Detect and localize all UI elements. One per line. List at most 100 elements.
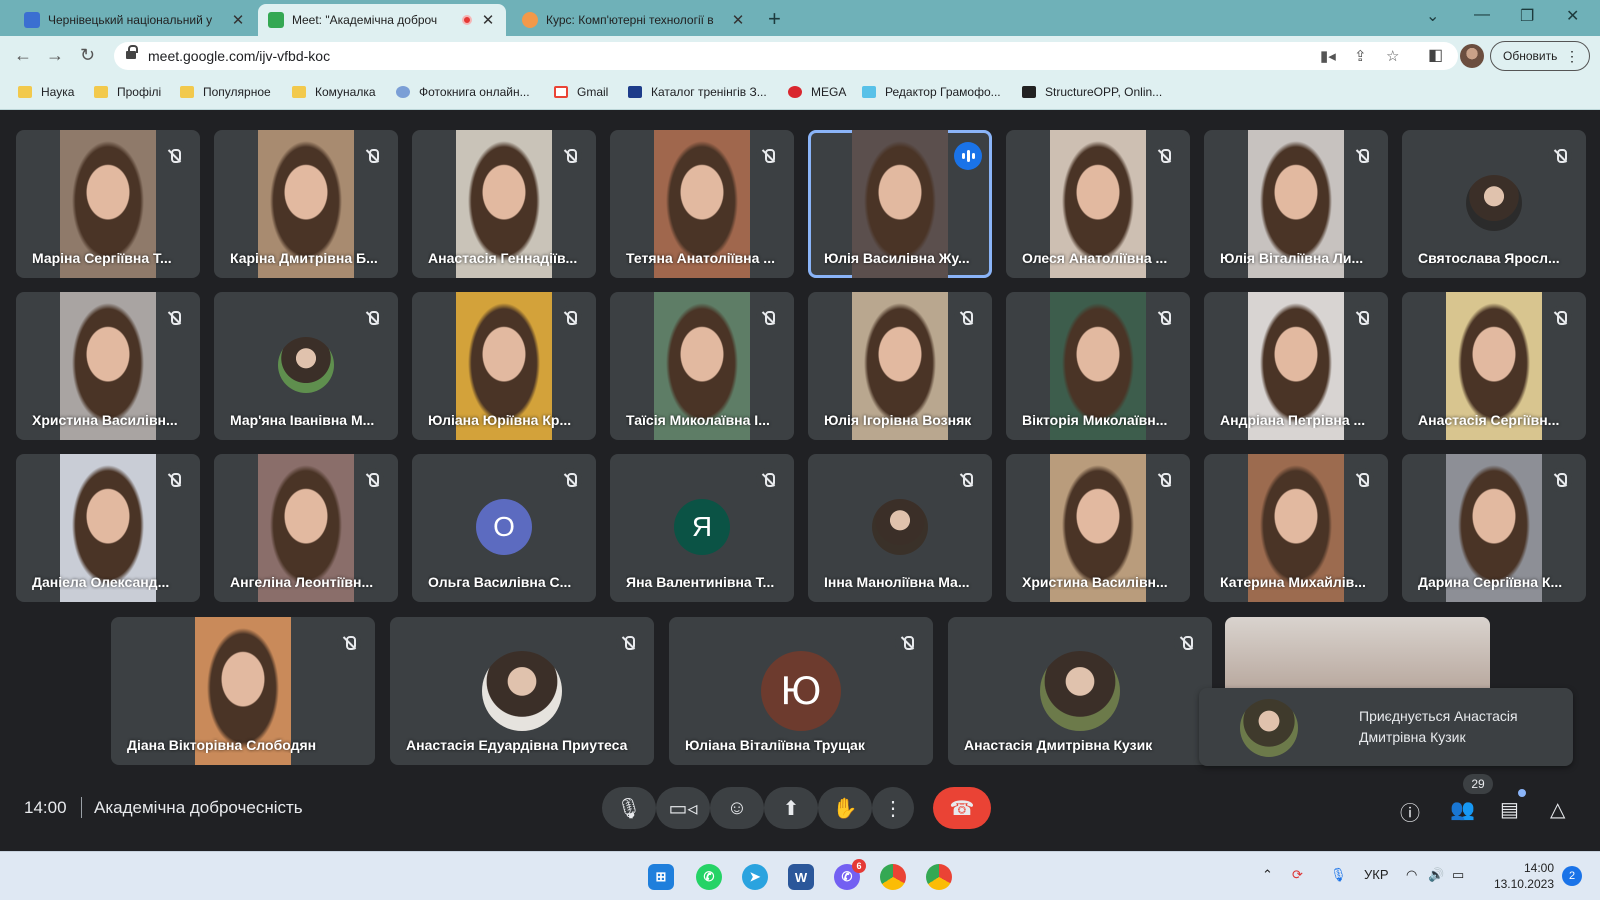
- sync-icon[interactable]: ⟳: [1292, 867, 1303, 883]
- mic-off-icon: [616, 631, 640, 655]
- bookmark-item[interactable]: Популярное: [180, 85, 271, 99]
- viber-icon[interactable]: ✆ 6: [834, 859, 866, 890]
- leave-call-button[interactable]: ☎: [933, 787, 991, 829]
- present-button[interactable]: ⬆: [764, 787, 818, 829]
- chrome-profile-icon[interactable]: [926, 864, 952, 890]
- chevron-up-icon[interactable]: ⌃: [1262, 867, 1273, 883]
- bookmark-label: Каталог тренінгів З...: [651, 85, 767, 99]
- mic-off-icon: [756, 144, 780, 168]
- participant-tile[interactable]: Ю Юліана Віталіївна Трущак: [669, 617, 933, 765]
- meeting-title: Академічна доброчесність: [94, 798, 303, 817]
- word-icon[interactable]: W: [788, 864, 814, 890]
- close-window-icon[interactable]: ✕: [1566, 6, 1579, 26]
- participant-tile[interactable]: Христина Василівн...: [16, 292, 200, 440]
- windows-start-icon[interactable]: ⊞: [648, 864, 674, 890]
- activities-icon[interactable]: △: [1550, 797, 1565, 822]
- tab-meet[interactable]: Meet: "Академічна доброч ✕: [258, 4, 506, 36]
- bookmark-label: Наука: [41, 85, 75, 99]
- bookmark-item[interactable]: Комуналка: [292, 85, 376, 99]
- bookmark-item[interactable]: Gmail: [554, 85, 608, 99]
- participant-tile[interactable]: Андріана Петрівна ...: [1204, 292, 1388, 440]
- meeting-details-icon[interactable]: ⓘ: [1400, 797, 1420, 826]
- bookmark-star-icon[interactable]: ☆: [1386, 47, 1399, 65]
- maximize-icon[interactable]: ❐: [1520, 6, 1534, 26]
- participant-tile[interactable]: Даніела Олександ...: [16, 454, 200, 602]
- language-indicator[interactable]: УКР: [1364, 867, 1389, 882]
- participant-tile[interactable]: Анастасія Сергіївн...: [1402, 292, 1586, 440]
- system-clock[interactable]: 14:00 13.10.2023: [1486, 860, 1554, 892]
- participant-tile[interactable]: Юлія Віталіївна Ли...: [1204, 130, 1388, 278]
- reload-icon[interactable]: ↻: [80, 45, 95, 66]
- close-tab-icon[interactable]: ✕: [230, 11, 246, 29]
- os-taskbar: ⊞ ✆ ➤ W ✆ 6 ⌃ ⟳ 🎙 УКР ◠ 🔊 ▭ 14:00 13.10.2…: [0, 851, 1600, 900]
- participant-tile[interactable]: Мар'яна Іванівна М...: [214, 292, 398, 440]
- share-icon[interactable]: ⇪: [1354, 47, 1367, 65]
- camera-button[interactable]: ▭◃: [656, 787, 710, 829]
- mic-off-icon: [1548, 306, 1572, 330]
- participant-tile[interactable]: Діана Вікторівна Слободян: [111, 617, 375, 765]
- bookmark-item[interactable]: Фотокнига онлайн...: [396, 85, 530, 99]
- telegram-icon[interactable]: ➤: [742, 864, 768, 890]
- avatar: О: [476, 499, 532, 555]
- participant-tile[interactable]: Тетяна Анатоліївна ...: [610, 130, 794, 278]
- participant-tile[interactable]: Юліана Юріївна Кр...: [412, 292, 596, 440]
- close-tab-icon[interactable]: ✕: [730, 11, 746, 29]
- participant-tile[interactable]: Дарина Сергіївна К...: [1402, 454, 1586, 602]
- people-icon[interactable]: 👥: [1450, 797, 1475, 822]
- participant-tile[interactable]: Маріна Сергіївна Т...: [16, 130, 200, 278]
- participant-tile[interactable]: Я Яна Валентинівна Т...: [610, 454, 794, 602]
- update-button[interactable]: Обновить ⋮: [1490, 41, 1590, 71]
- participant-tile[interactable]: Ангеліна Леонтіївн...: [214, 454, 398, 602]
- wifi-icon[interactable]: ◠: [1406, 867, 1417, 883]
- bookmark-item[interactable]: Наука: [18, 85, 74, 99]
- lock-icon: [126, 45, 138, 61]
- self-view-tile[interactable]: [1225, 617, 1490, 689]
- participant-tile[interactable]: Анастасія Дмитрівна Кузик: [948, 617, 1212, 765]
- participant-tile[interactable]: Юлія Василівна Жу...: [808, 130, 992, 278]
- participant-tile[interactable]: Інна Маноліївна Ма...: [808, 454, 992, 602]
- side-panel-icon[interactable]: ◧: [1428, 45, 1443, 65]
- microphone-button[interactable]: 🎙: [602, 787, 656, 829]
- participant-tile[interactable]: Юлія Ігорівна Возняк: [808, 292, 992, 440]
- notification-count[interactable]: 2: [1562, 866, 1582, 886]
- back-icon[interactable]: ←: [14, 45, 32, 66]
- avatar[interactable]: [1460, 44, 1484, 68]
- participant-tile[interactable]: Анастасія Геннадіїв...: [412, 130, 596, 278]
- participant-tile[interactable]: Катерина Михайлів...: [1204, 454, 1388, 602]
- camera-icon[interactable]: ▮◂: [1320, 47, 1336, 65]
- new-tab-icon[interactable]: +: [768, 6, 781, 32]
- chrome-icon[interactable]: [880, 864, 906, 890]
- bookmark-item[interactable]: Профілі: [94, 85, 161, 99]
- tab-university[interactable]: Чернівецький національний у ✕: [14, 4, 256, 36]
- participant-tile[interactable]: Анастасія Едуардівна Приутеса: [390, 617, 654, 765]
- participant-name: Юлія Віталіївна Ли...: [1220, 250, 1364, 266]
- battery-icon[interactable]: ▭: [1452, 867, 1464, 883]
- raise-hand-button[interactable]: ✋: [818, 787, 872, 829]
- participant-tile[interactable]: О Ольга Василівна С...: [412, 454, 596, 602]
- bookmark-item[interactable]: Каталог тренінгів З...: [628, 85, 767, 99]
- participant-tile[interactable]: Святослава Яросл...: [1402, 130, 1586, 278]
- minimize-icon[interactable]: —: [1474, 6, 1490, 24]
- avatar: Я: [674, 499, 730, 555]
- present-screen-icon: ⬆: [782, 797, 800, 820]
- participant-tile[interactable]: Христина Василівн...: [1006, 454, 1190, 602]
- participant-tile[interactable]: Таїсія Миколаївна І...: [610, 292, 794, 440]
- more-menu-icon[interactable]: ⋮: [1565, 48, 1579, 65]
- bookmark-item[interactable]: MEGA: [788, 85, 846, 99]
- participant-tile[interactable]: Олеся Анатоліївна ...: [1006, 130, 1190, 278]
- tab-course[interactable]: Курс: Комп'ютерні технології в ✕: [512, 4, 756, 36]
- reactions-button[interactable]: ☺: [710, 787, 764, 829]
- participant-tile[interactable]: Вікторія Миколаївн...: [1006, 292, 1190, 440]
- bookmark-item[interactable]: StructureOPP, Onlin...: [1022, 85, 1162, 99]
- tab-search-icon[interactable]: ⌄: [1426, 6, 1439, 26]
- whatsapp-icon[interactable]: ✆: [696, 864, 722, 890]
- bookmark-item[interactable]: Редактор Грамофо...: [862, 85, 1001, 99]
- chat-icon[interactable]: ▤: [1500, 797, 1519, 822]
- participant-tile[interactable]: Каріна Дмитрівна Б...: [214, 130, 398, 278]
- address-bar[interactable]: meet.google.com/ijv-vfbd-koc ▮◂ ⇪ ☆: [114, 42, 1458, 70]
- close-tab-icon[interactable]: ✕: [480, 11, 496, 29]
- more-options-button[interactable]: ⋮: [872, 787, 914, 829]
- volume-icon[interactable]: 🔊: [1428, 867, 1444, 883]
- forward-icon[interactable]: →: [46, 45, 64, 66]
- microphone-tray-icon[interactable]: 🎙: [1330, 867, 1347, 883]
